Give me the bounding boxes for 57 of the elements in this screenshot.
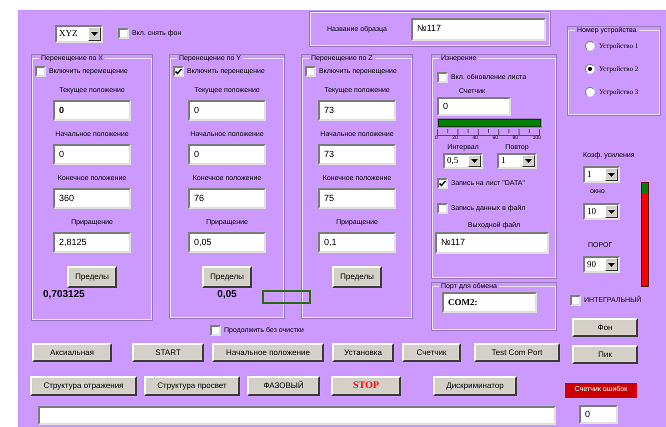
- dropdown[interactable]: XYZ: [55, 25, 103, 43]
- text-field[interactable]: 0,05: [188, 232, 266, 253]
- text-field[interactable]: 0: [188, 100, 266, 121]
- text-field[interactable]: 0: [437, 97, 511, 116]
- checkbox[interactable]: [173, 66, 184, 77]
- check-icon: [175, 68, 182, 75]
- text-field[interactable]: 75: [318, 188, 396, 209]
- dropdown[interactable]: 1: [583, 166, 620, 183]
- text-field[interactable]: COM2:: [442, 292, 537, 313]
- dropdown[interactable]: 1: [497, 153, 537, 169]
- text-field[interactable]: 360: [53, 188, 131, 209]
- radio-button[interactable]: [585, 41, 595, 51]
- checkbox[interactable]: [118, 28, 129, 39]
- action-button[interactable]: Аксиальная: [32, 343, 112, 362]
- action-button[interactable]: Счетчик: [402, 343, 461, 362]
- checkbox[interactable]: [35, 66, 46, 77]
- action-button[interactable]: Структура отражения: [30, 376, 137, 396]
- text-field[interactable]: 0: [53, 100, 131, 121]
- text-field[interactable]: 2,8125: [53, 232, 131, 253]
- limits-button[interactable]: Пределы: [202, 266, 252, 288]
- checkbox[interactable]: [570, 295, 581, 306]
- text-field[interactable]: 0: [188, 144, 266, 165]
- action-button[interactable]: Установка: [332, 343, 394, 362]
- text-field[interactable]: 73: [318, 144, 396, 165]
- limits-button[interactable]: Пределы: [332, 266, 382, 288]
- scale-ticks-icon: [437, 129, 540, 136]
- action-button[interactable]: START: [132, 343, 204, 362]
- rectangle-icon: [262, 290, 311, 304]
- text-field[interactable]: 0: [53, 144, 131, 165]
- status-field[interactable]: [38, 406, 556, 425]
- text-field[interactable]: 76: [188, 188, 266, 209]
- text-field[interactable]: №117: [410, 18, 546, 40]
- step-value: 0,05: [217, 290, 237, 300]
- text-field[interactable]: №117: [435, 232, 549, 254]
- checkbox[interactable]: [437, 178, 448, 189]
- action-button[interactable]: Дискриминатор: [433, 376, 517, 396]
- check-icon: [439, 180, 446, 187]
- action-button[interactable]: Фон: [572, 318, 638, 337]
- action-button[interactable]: Структура просвет: [144, 376, 240, 396]
- checkbox[interactable]: [437, 72, 448, 83]
- dropdown[interactable]: 10: [583, 203, 620, 220]
- action-button[interactable]: ФАЗОВЫЙ: [247, 376, 320, 396]
- step-value: 0,703125: [43, 290, 85, 300]
- text-field[interactable]: 73: [318, 100, 396, 121]
- action-button[interactable]: Test Com Port: [474, 343, 560, 362]
- action-button[interactable]: Пик: [572, 345, 638, 364]
- checkbox[interactable]: [437, 203, 448, 214]
- text-field[interactable]: 0: [579, 405, 618, 424]
- dropdown[interactable]: 90: [583, 256, 620, 273]
- checkbox[interactable]: [305, 66, 316, 77]
- radio-button[interactable]: [585, 87, 595, 97]
- text-field[interactable]: 0,1: [318, 232, 396, 253]
- radio-button[interactable]: [585, 64, 595, 74]
- action-button[interactable]: Начальное положение: [212, 343, 324, 362]
- dropdown[interactable]: 0,5: [443, 153, 483, 169]
- checkbox[interactable]: [210, 325, 221, 336]
- limits-button[interactable]: Пределы: [67, 266, 117, 288]
